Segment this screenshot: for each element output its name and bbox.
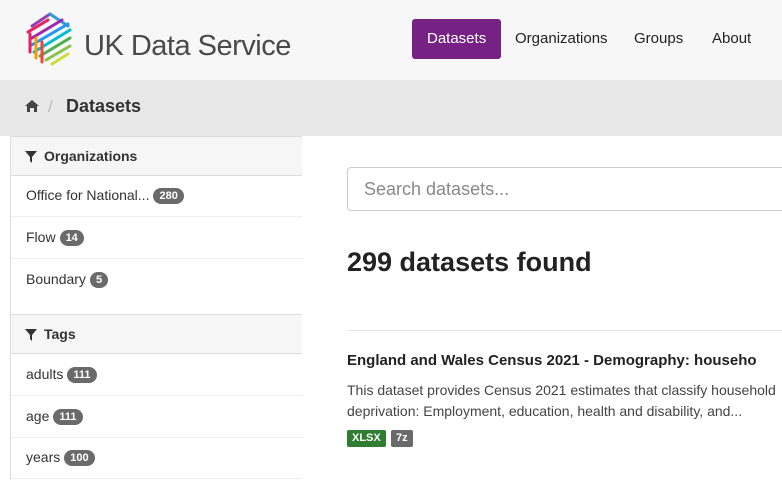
count-badge: 5: [89, 272, 109, 288]
facet-item-boundary[interactable]: Boundary 5: [11, 259, 302, 300]
count-badge: 111: [67, 367, 97, 383]
facet-item-label: Office for National...: [26, 187, 150, 203]
site-logo[interactable]: UK Data Service: [22, 8, 291, 70]
dataset-description: This dataset provides Census 2021 estima…: [347, 380, 782, 422]
dataset-description-line: deprivation: Employment, education, heal…: [347, 403, 743, 419]
nav-organizations[interactable]: Organizations: [500, 19, 623, 59]
facet-sidebar: Organizations Office for National... 280 …: [10, 136, 303, 480]
facet-item-flow[interactable]: Flow 14: [11, 217, 302, 259]
breadcrumb-current[interactable]: Datasets: [66, 96, 141, 117]
organizations-facet-title: Organizations: [44, 148, 138, 164]
tags-facet-title: Tags: [44, 326, 76, 342]
search-results: 299 datasets found England and Wales Cen…: [302, 136, 782, 480]
count-badge: 14: [59, 230, 84, 246]
facet-item-label: Boundary: [26, 271, 86, 287]
count-badge: 100: [64, 450, 95, 466]
nav-groups[interactable]: Groups: [619, 19, 698, 59]
nav-about[interactable]: About: [697, 19, 766, 59]
format-badge-xlsx[interactable]: XLSX: [347, 430, 386, 447]
uk-data-service-logo-mark: [26, 12, 72, 66]
tags-facet-header: Tags: [11, 314, 302, 354]
organizations-facet-header: Organizations: [11, 136, 302, 176]
format-badge-7z[interactable]: 7z: [391, 430, 413, 447]
facet-item-adults[interactable]: adults 111: [11, 354, 302, 396]
facet-item-years[interactable]: years 100: [11, 437, 302, 479]
facet-item-label: years: [26, 449, 61, 465]
filter-icon: [25, 150, 37, 166]
count-badge: 111: [53, 409, 83, 425]
nav-datasets[interactable]: Datasets: [412, 19, 502, 59]
home-icon[interactable]: [24, 99, 40, 118]
search-input[interactable]: [347, 167, 782, 211]
filter-icon: [25, 328, 37, 344]
facet-item-label: age: [26, 408, 50, 424]
breadcrumb-separator: /: [48, 97, 53, 116]
dataset-title[interactable]: England and Wales Census 2021 - Demograp…: [347, 352, 757, 369]
facet-item-label: Flow: [26, 229, 56, 245]
divider: [347, 330, 782, 331]
count-badge: 280: [153, 188, 184, 204]
site-header: UK Data Service Datasets Organizations G…: [0, 0, 782, 80]
breadcrumb: / Datasets: [0, 80, 782, 136]
facet-item-age[interactable]: age 111: [11, 396, 302, 438]
facet-item-label: adults: [26, 366, 64, 382]
results-count: 299 datasets found: [347, 247, 592, 277]
brand-name: UK Data Service: [84, 30, 291, 62]
dataset-description-line: This dataset provides Census 2021 estima…: [347, 382, 776, 398]
facet-item-office-for-national[interactable]: Office for National... 280: [11, 175, 302, 217]
